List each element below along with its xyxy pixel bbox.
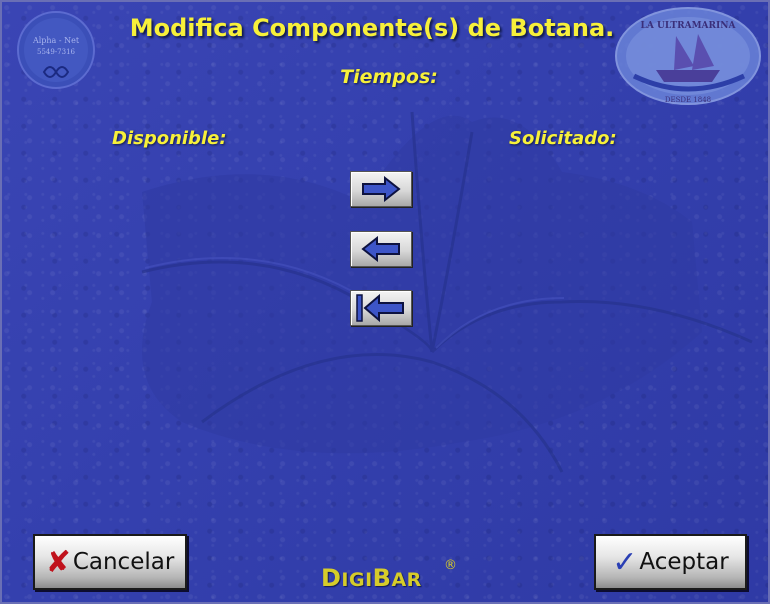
check-icon: ✓ bbox=[612, 544, 638, 580]
svg-text:5549-7316: 5549-7316 bbox=[37, 48, 76, 56]
move-all-left-button[interactable] bbox=[350, 290, 412, 326]
svg-text:DESDE 1848: DESDE 1848 bbox=[665, 96, 711, 104]
cancel-button[interactable]: ✘ Cancelar bbox=[33, 534, 187, 590]
available-label: Disponible: bbox=[112, 128, 227, 149]
digibar-brand: DIGIBAR bbox=[321, 564, 422, 592]
main-window: Alpha - Net 5549-7316 LA ULTRAMARINA DES… bbox=[0, 0, 770, 604]
arrow-left-icon bbox=[361, 236, 400, 262]
requested-label: Solicitado: bbox=[509, 128, 617, 149]
accept-label: Aceptar bbox=[639, 549, 729, 575]
page-title: Modifica Componente(s) de Botana. bbox=[129, 14, 615, 42]
move-right-button[interactable] bbox=[350, 171, 412, 207]
arrow-right-icon bbox=[362, 176, 401, 202]
section-subtitle: Tiempos: bbox=[340, 66, 438, 88]
registered-mark: ® bbox=[444, 558, 457, 573]
move-left-button[interactable] bbox=[350, 231, 412, 267]
arrow-left-bar-icon bbox=[356, 293, 404, 323]
x-icon: ✘ bbox=[45, 544, 71, 580]
cancel-label: Cancelar bbox=[72, 549, 175, 575]
accept-button[interactable]: ✓ Aceptar bbox=[594, 534, 747, 590]
